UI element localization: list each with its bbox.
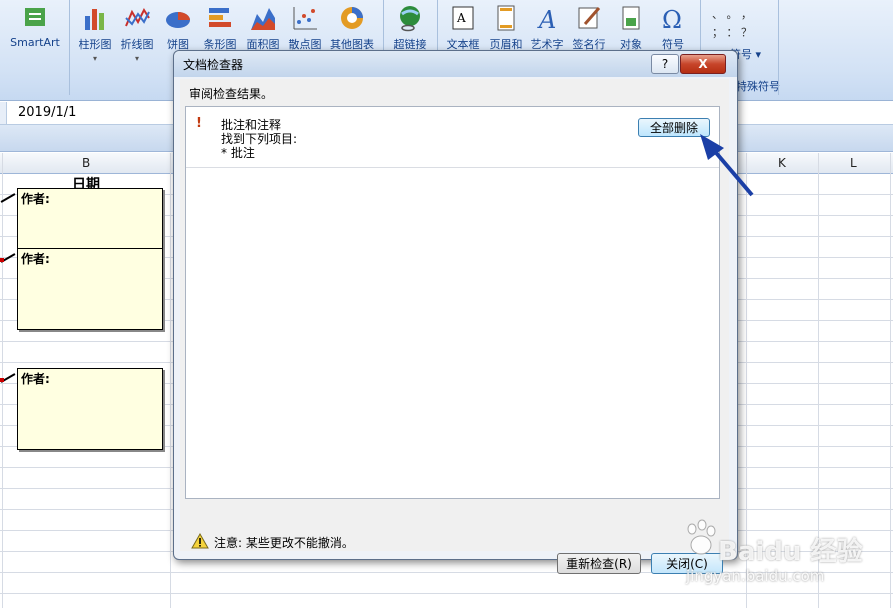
exclamation-icon: ! (196, 116, 202, 131)
svg-text:A: A (456, 11, 466, 25)
dialog-body: 审阅检查结果。 ! 批注和注释 找到下列项目: * 批注 全部删除 注意: 某些… (180, 79, 729, 574)
column-header-l[interactable]: L (850, 156, 857, 170)
close-window-button[interactable]: X (680, 54, 726, 74)
column-chart-icon (85, 9, 104, 30)
donut-chart-icon (341, 7, 363, 29)
special-symbols-group-label: 特殊符号 (736, 80, 780, 93)
dialog-title: 文档检查器 (183, 58, 244, 72)
column-chart-button[interactable]: 柱形图 ▾ (74, 0, 116, 63)
formula-bar-value: 2019/1/1 (18, 105, 77, 120)
comment-indicator (0, 258, 4, 262)
area-chart-icon (251, 8, 275, 30)
watermark-text: Baidu 经验 (718, 537, 863, 567)
wordart-icon: A (537, 6, 556, 32)
ribbon-separator (69, 0, 70, 95)
svg-text:A: A (537, 6, 556, 32)
baidu-watermark: Baidu 经验 jingyan.baidu.com (678, 515, 893, 608)
chevron-down-icon: ▾ (92, 54, 97, 63)
warning-note: 注意: 某些更改不能撤消。 (214, 536, 354, 550)
comment-note[interactable]: 作者: (17, 248, 163, 330)
column-header-b[interactable]: B (82, 156, 90, 170)
object-icon (622, 6, 640, 30)
comment-author: 作者: (21, 252, 50, 266)
svg-text:Ω: Ω (662, 6, 682, 32)
comment-author: 作者: (21, 192, 50, 206)
comment-note[interactable]: 作者: (17, 368, 163, 450)
smartart-icon (25, 8, 45, 26)
omega-icon: Ω (662, 6, 682, 32)
line-chart-icon (125, 7, 150, 27)
chevron-down-icon: ▾ (755, 48, 762, 61)
formula-bar-edge (0, 102, 7, 124)
signature-pen-icon (578, 7, 601, 29)
results-list: ! 批注和注释 找到下列项目: * 批注 全部删除 (185, 106, 720, 499)
grid-line (170, 153, 171, 608)
comment-indicator (0, 378, 4, 382)
results-heading: 审阅检查结果。 (189, 87, 274, 101)
recheck-button[interactable]: 重新检查(R) (557, 553, 641, 574)
header-footer-icon (497, 5, 515, 31)
chevron-down-icon: ▾ (134, 54, 139, 63)
special-symbols-row2[interactable]: ； ： ？ (712, 24, 752, 40)
line-chart-label: 折线图 (120, 38, 154, 51)
globe-link-icon (400, 6, 420, 32)
comment-note[interactable]: 作者: (17, 188, 163, 250)
line-chart-button[interactable]: 折线图 ▾ (116, 0, 158, 63)
warning-triangle-icon (191, 533, 209, 549)
scatter-chart-icon (293, 7, 317, 30)
special-symbols-row1[interactable]: 、 。 ， (712, 6, 752, 22)
column-chart-label: 柱形图 (78, 38, 112, 51)
dialog-titlebar[interactable]: 文档检查器 ? X (174, 51, 737, 77)
help-button[interactable]: ? (651, 54, 679, 74)
comment-author: 作者: (21, 372, 50, 386)
document-inspector-dialog: 文档检查器 ? X 审阅检查结果。 ! 批注和注释 找到下列项目: * 批注 全… (173, 50, 738, 574)
smartart-button[interactable]: SmartArt (6, 0, 64, 60)
textbox-icon: A (452, 6, 474, 30)
pie-chart-icon (166, 12, 190, 28)
ribbon-separator (778, 0, 779, 95)
smartart-label: SmartArt (10, 36, 60, 49)
paw-logo-icon (687, 519, 716, 555)
column-header-k[interactable]: K (778, 156, 786, 170)
result-item-bullet: * 批注 (221, 146, 255, 160)
result-divider (186, 167, 719, 168)
watermark-url: jingyan.baidu.com (686, 567, 825, 585)
bar-chart-icon (209, 8, 231, 27)
remove-all-button[interactable]: 全部删除 (638, 118, 710, 137)
